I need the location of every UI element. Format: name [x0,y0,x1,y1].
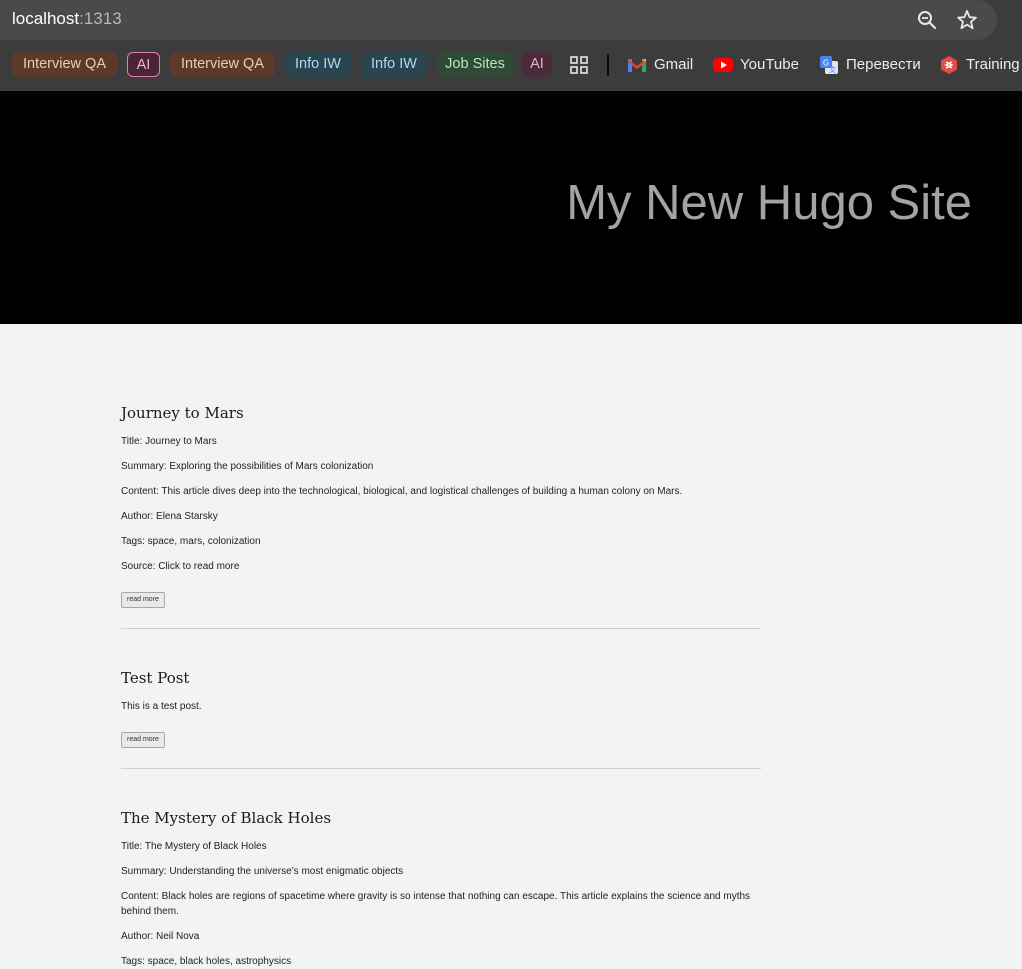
bookmark-folder-job-sites[interactable]: Job Sites [437,52,513,77]
bookmark-folder-ai[interactable]: AI [127,52,160,77]
bookmark-star-icon[interactable] [955,8,979,32]
post-title[interactable]: Journey to Mars [121,404,761,422]
url-host: localhost [12,9,80,28]
site-header: My New Hugo Site [0,91,1022,324]
browser-chrome: localhost:1313 Interview QA AI Interview… [0,0,1022,91]
bookmark-folder-info-iw[interactable]: Info IW [285,52,351,77]
bookmark-training[interactable]: Training [939,52,1020,77]
bookmark-gmail[interactable]: Gmail [627,52,693,77]
youtube-icon [713,58,733,73]
post-black-holes: The Mystery of Black Holes Title: The My… [121,769,761,969]
post-meta-author: Author: Neil Nova [121,931,200,942]
post-meta-content: Content: Black holes are regions of spac… [121,891,751,917]
post-test-post: Test Post This is a test post. read more [121,629,761,769]
address-bar[interactable]: localhost:1313 [0,0,997,40]
post-meta-title: Title: The Mystery of Black Holes [121,841,267,852]
post-meta-title: Title: Journey to Mars [121,436,217,447]
post-meta-summary: Summary: Understanding the universe’s mo… [121,866,404,877]
url-text[interactable]: localhost:1313 [12,9,122,29]
bookmark-folder-interview-qa-2[interactable]: Interview QA [170,52,275,77]
site-title[interactable]: My New Hugo Site [566,175,972,231]
bookmark-gmail-label: Gmail [654,56,694,73]
url-port: :1313 [79,9,122,28]
bookmark-folder-info-iw-2[interactable]: Info IW [361,52,427,77]
bookmark-training-label: Training [966,56,1020,73]
post-list: Journey to Mars Title: Journey to Mars S… [121,324,761,969]
svg-text:文: 文 [829,65,836,74]
post-body: This is a test post. [121,701,202,712]
bookmarks-bar: Interview QA AI Interview QA Info IW Inf… [0,48,1022,82]
bookmark-folder-ai-2[interactable]: AI [522,52,552,77]
bookmark-youtube-label: YouTube [740,56,799,73]
post-meta-tags: Tags: space, black holes, astrophysics [121,956,292,967]
bookmark-folder-interview-qa[interactable]: Interview QA [12,52,117,77]
bookmark-youtube[interactable]: YouTube [713,52,799,77]
post-meta-content: Content: This article dives deep into th… [121,486,683,497]
apps-grid-icon[interactable] [569,55,589,75]
zoom-icon[interactable] [915,8,939,32]
post-journey-to-mars: Journey to Mars Title: Journey to Mars S… [121,324,761,629]
gmail-icon [628,59,646,73]
post-meta-source[interactable]: Source: Click to read more [121,559,761,574]
read-more-button[interactable]: read more [121,592,165,608]
bookmark-translate[interactable]: G 文 Перевести [819,52,921,77]
post-meta-summary: Summary: Exploring the possibilities of … [121,461,374,472]
post-title[interactable]: The Mystery of Black Holes [121,809,761,827]
post-meta-tags: Tags: space, mars, colonization [121,536,261,547]
bookmarks-divider [607,54,609,76]
bookmark-translate-label: Перевести [846,56,921,73]
training-icon [941,56,957,75]
translate-icon: G 文 [820,56,838,75]
post-meta-author: Author: Elena Starsky [121,511,218,522]
read-more-button[interactable]: read more [121,732,165,748]
post-title[interactable]: Test Post [121,669,761,687]
